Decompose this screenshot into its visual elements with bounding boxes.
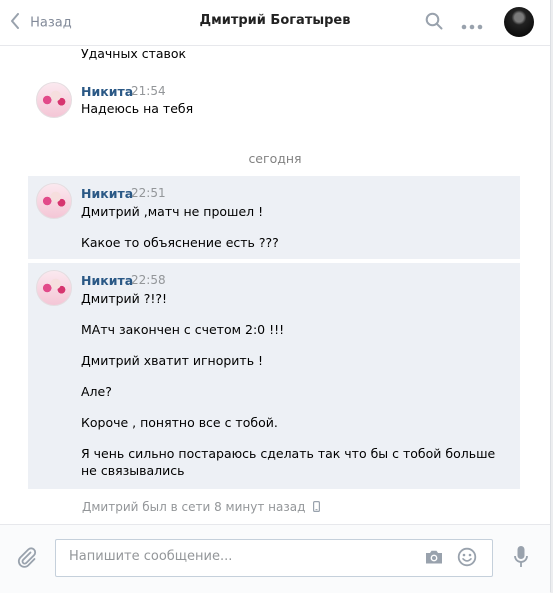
message-text: МАтч закончен с счетом 2:0 !!! [81,322,285,337]
avatar[interactable] [36,270,72,306]
message-time[interactable]: 21:54 [131,84,166,98]
message-input[interactable] [67,548,411,565]
message-author[interactable]: Никита [81,84,133,99]
chat-title[interactable]: Дмитрий Богатырев [200,13,351,28]
message-author[interactable]: Никита [81,273,133,288]
online-status-text: Дмитрий был в сети 8 минут назад [82,500,306,514]
message-time[interactable]: 22:51 [131,186,166,200]
chat-window: Назад Дмитрий Богатырев Удачных ставок Н… [0,0,551,593]
message-composer [0,524,550,593]
avatar[interactable] [36,82,72,118]
avatar[interactable] [504,7,534,37]
back-button[interactable]: Назад [10,13,72,33]
message-item[interactable]: Никита 22:51 Дмитрий ,матч не прошел ! К… [28,176,520,259]
more-icon[interactable] [461,19,483,34]
date-divider: сегодня [248,151,302,166]
message-author[interactable]: Никита [81,186,133,201]
message-text: Короче , понятно все с тобой. [81,415,278,430]
search-icon[interactable] [425,12,443,34]
online-status: Дмитрий был в сети 8 минут назад [82,500,321,515]
emoji-icon[interactable] [457,547,477,571]
mobile-icon [313,500,321,515]
message-feed[interactable]: Удачных ставок Никита 21:54 Надеюсь на т… [0,46,550,524]
chat-header: Назад Дмитрий Богатырев [0,0,550,46]
message-text: Але? [81,384,112,399]
message-text: Какое то объяснение есть ??? [81,235,279,250]
message-text: не связывались [81,463,185,478]
back-label: Назад [30,15,72,31]
message-text: Дмитрий ,матч не прошел ! [81,204,264,219]
attach-icon[interactable] [17,547,37,573]
message-text: Удачных ставок [81,46,187,61]
microphone-icon[interactable] [513,545,529,573]
message-item[interactable]: Никита 22:58 Дмитрий ?!?! МАтч закончен … [28,263,520,489]
message-text: Дмитрий ?!?! [81,291,168,306]
message-text: Дмитрий хватит игнорить ! [81,353,264,368]
avatar[interactable] [36,183,72,219]
message-text: Надеюсь на тебя [81,101,194,116]
message-item[interactable]: Никита 21:54 Надеюсь на тебя [28,76,520,120]
chevron-left-icon [10,13,26,33]
camera-icon[interactable] [424,549,444,569]
message-input-box[interactable] [55,539,493,577]
message-time[interactable]: 22:58 [131,273,166,287]
message-text: Я чень сильно постараюсь сделать так что… [81,446,496,461]
